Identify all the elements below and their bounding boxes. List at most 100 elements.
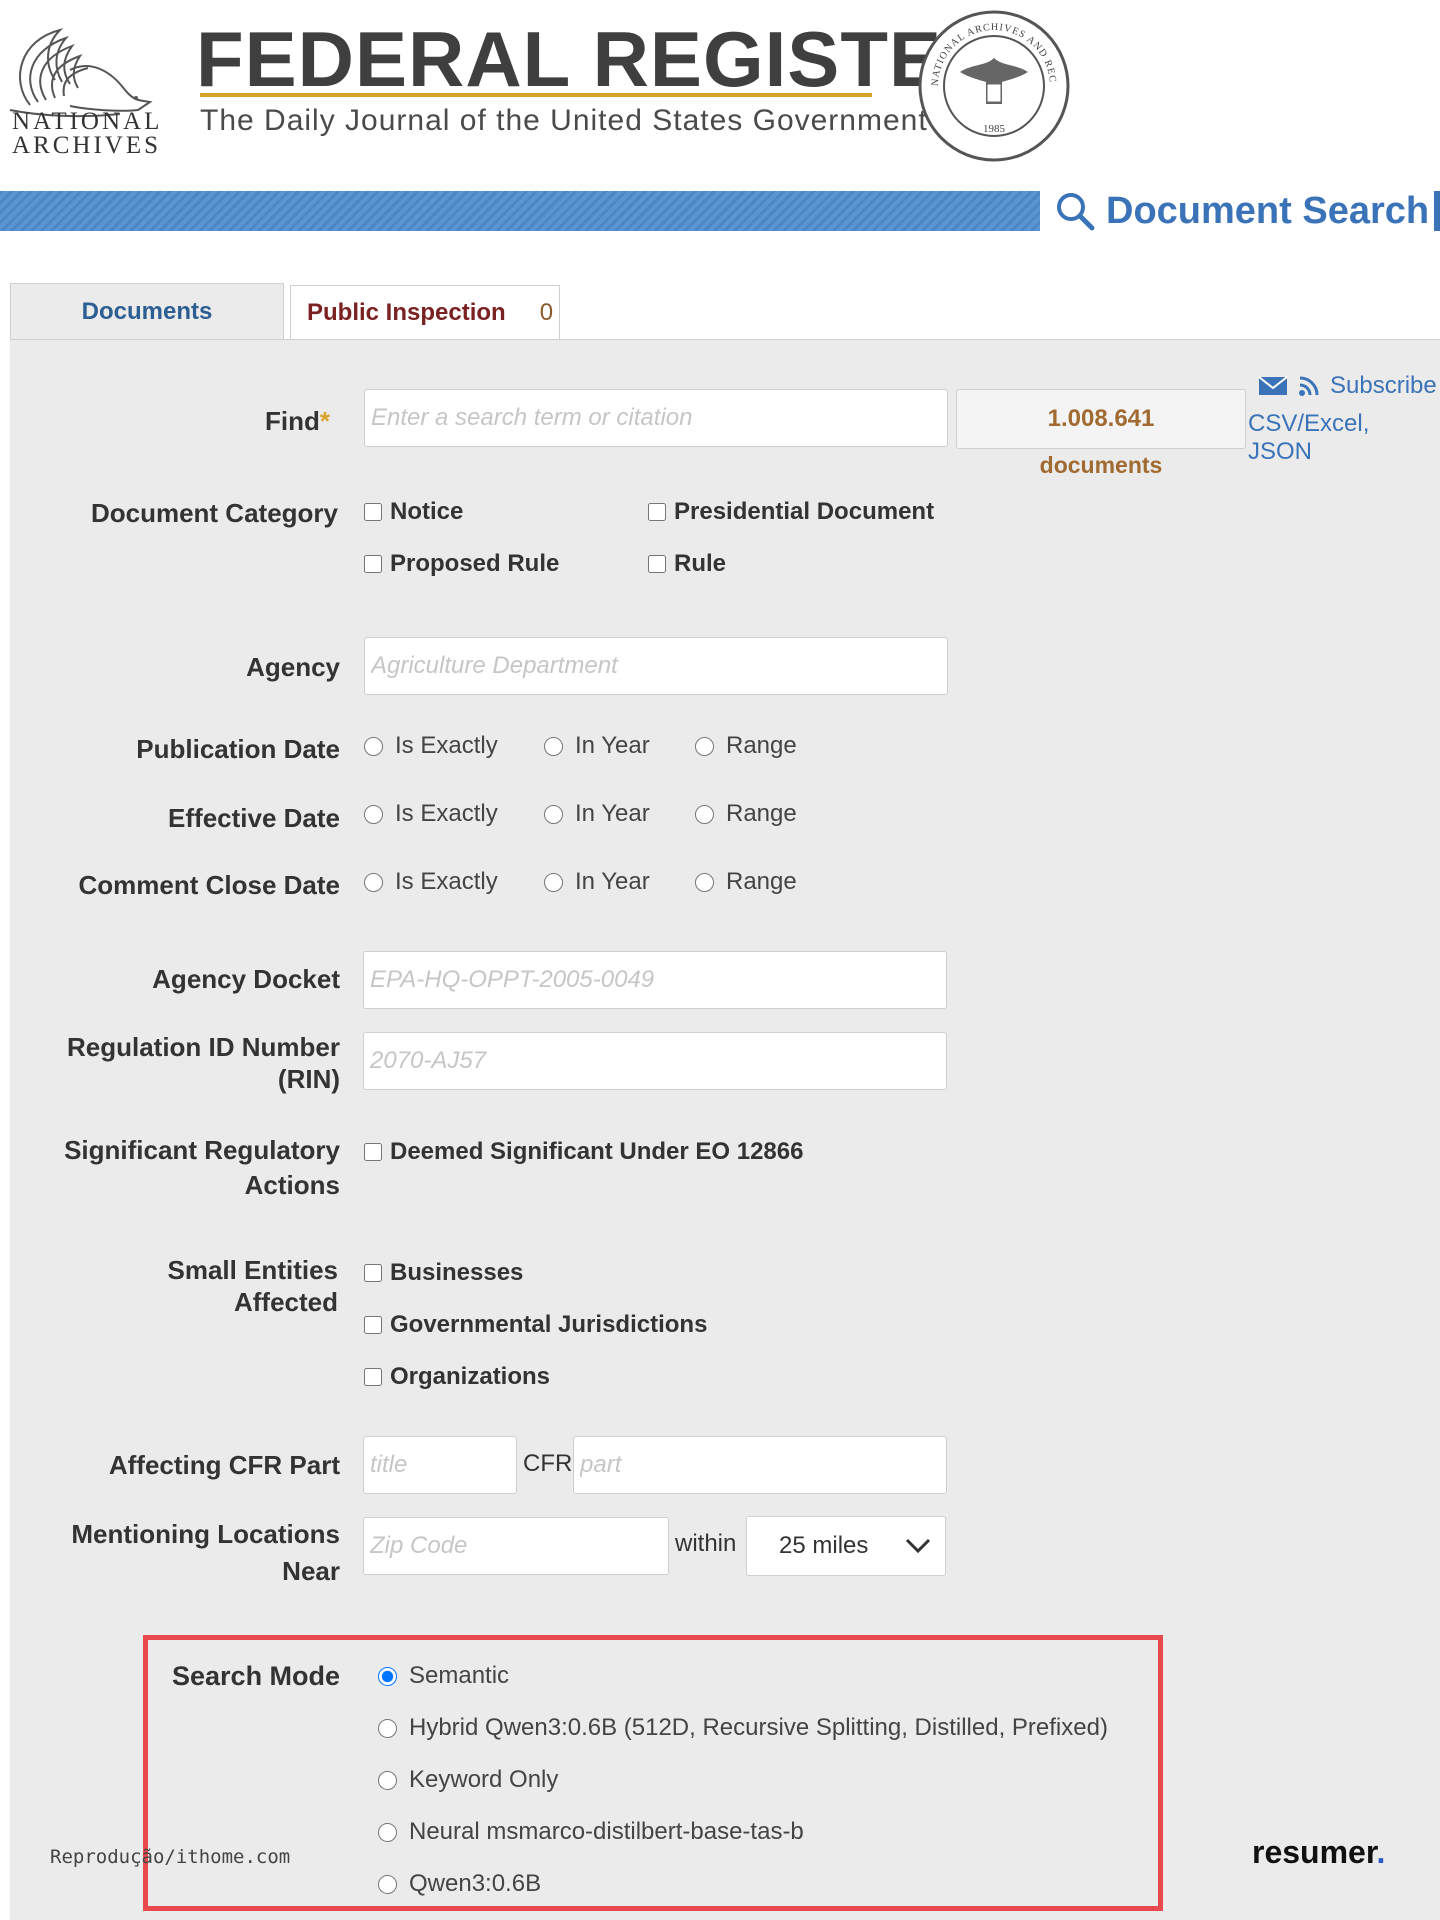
archives-word-1: NATIONAL [12, 108, 163, 135]
search-icon [1057, 193, 1095, 231]
checkbox-notice[interactable]: Notice [364, 498, 463, 526]
presidential-document-checkbox[interactable] [648, 503, 666, 521]
effective-date-is-exactly[interactable]: Is Exactly [364, 800, 498, 828]
title-underline [200, 93, 872, 97]
search-mode-qwen-radio[interactable] [378, 1874, 397, 1894]
notice-label: Notice [390, 498, 464, 525]
publication-date-in-year-radio[interactable] [544, 736, 563, 756]
search-mode-hybrid-radio[interactable] [378, 1718, 397, 1738]
option-label: Range [726, 732, 797, 759]
businesses-label: Businesses [390, 1259, 524, 1286]
search-mode-label: Search Mode [172, 1661, 341, 1691]
within-text: within [675, 1530, 737, 1557]
checkbox-proposed-rule[interactable]: Proposed Rule [364, 550, 559, 578]
checkbox-organizations[interactable]: Organizations [364, 1363, 550, 1391]
subscribe-link[interactable]: Subscribe [1258, 372, 1437, 400]
chevron-down-icon [905, 1538, 931, 1554]
small-entities-label: Small Entities Affected [8, 1254, 339, 1318]
brand-watermark: resumer. [1252, 1834, 1385, 1871]
rin-label-line-1: Regulation ID Number [66, 1032, 340, 1062]
document-search-label: Document Search [1106, 189, 1430, 232]
search-mode-neural-radio[interactable] [378, 1822, 397, 1842]
rss-icon [1299, 376, 1319, 396]
publication-date-is-exactly-radio[interactable] [364, 736, 383, 756]
checkbox-businesses[interactable]: Businesses [364, 1259, 523, 1287]
comment-close-date-in-year-radio[interactable] [544, 872, 563, 892]
agency-input[interactable] [364, 637, 948, 695]
option-label: Qwen3:0.6B [409, 1870, 542, 1897]
search-input[interactable] [364, 389, 948, 447]
distance-select-value: 25 miles [779, 1532, 869, 1559]
rin-label: Regulation ID Number (RIN) [10, 1031, 340, 1095]
site-subtitle: The Daily Journal of the United States G… [200, 104, 928, 137]
rin-label-line-2: (RIN) [277, 1064, 340, 1094]
rin-input[interactable] [363, 1032, 947, 1090]
document-category-label: Document Category [90, 498, 338, 528]
comment-close-date-label: Comment Close Date [78, 870, 341, 900]
nara-seal-logo: NATIONAL ARCHIVES AND RECORDS ADMINISTRA… [916, 8, 1070, 162]
publication-date-range-radio[interactable] [695, 736, 714, 756]
organizations-label: Organizations [390, 1363, 551, 1390]
rule-checkbox[interactable] [648, 555, 666, 573]
site-title[interactable]: FEDERAL REGISTER [196, 14, 999, 104]
checkbox-rule[interactable]: Rule [648, 550, 726, 578]
proposed-rule-label: Proposed Rule [390, 550, 560, 577]
deemed-significant-label: Deemed Significant Under EO 12866 [390, 1138, 804, 1165]
checkbox-presidential-document[interactable]: Presidential Document [648, 498, 934, 526]
comment-close-date-range-radio[interactable] [695, 872, 714, 892]
result-count: 1.008.641 [1047, 405, 1155, 432]
proposed-rule-checkbox[interactable] [364, 555, 382, 573]
effective-date-in-year-radio[interactable] [544, 804, 563, 824]
distance-select[interactable]: 25 miles [746, 1516, 946, 1576]
option-label: In Year [575, 732, 650, 759]
search-mode-qwen[interactable]: Qwen3:0.6B [378, 1870, 541, 1898]
tab-documents[interactable]: Documents [10, 283, 284, 339]
rule-label: Rule [674, 550, 727, 577]
notice-checkbox[interactable] [364, 503, 382, 521]
header-stripe [0, 191, 1040, 231]
search-mode-semantic[interactable]: Semantic [378, 1662, 509, 1690]
option-label: Is Exactly [395, 868, 498, 895]
tab-public-inspection[interactable]: Public Inspection 0 [290, 285, 560, 339]
search-mode-keyword-only[interactable]: Keyword Only [378, 1766, 558, 1794]
zip-code-input[interactable] [363, 1517, 669, 1575]
deemed-significant-checkbox[interactable] [364, 1143, 382, 1161]
search-mode-neural[interactable]: Neural msmarco-distilbert-base-tas-b [378, 1818, 804, 1846]
export-link[interactable]: CSV/Excel, JSON [1248, 410, 1440, 466]
option-label: Range [726, 800, 797, 827]
checkbox-deemed-significant[interactable]: Deemed Significant Under EO 12866 [364, 1138, 803, 1166]
publication-date-range[interactable]: Range [695, 732, 797, 760]
comment-close-date-is-exactly-radio[interactable] [364, 872, 383, 892]
subscribe-label: Subscribe [1330, 372, 1437, 399]
effective-date-in-year[interactable]: In Year [544, 800, 650, 828]
brand-text: resumer [1252, 1834, 1377, 1870]
tab-public-inspection-label: Public Inspection [307, 298, 506, 326]
organizations-checkbox[interactable] [364, 1368, 382, 1386]
document-search-link[interactable]: Document Search [1054, 186, 1429, 236]
effective-date-label: Effective Date [168, 803, 340, 833]
publication-date-in-year[interactable]: In Year [544, 732, 650, 760]
effective-date-range[interactable]: Range [695, 800, 797, 828]
option-label: In Year [575, 868, 650, 895]
checkbox-governmental-jurisdictions[interactable]: Governmental Jurisdictions [364, 1311, 707, 1339]
search-mode-hybrid[interactable]: Hybrid Qwen3:0.6B (512D, Recursive Split… [378, 1714, 1108, 1742]
public-inspection-count: 0 [539, 298, 554, 326]
search-mode-semantic-radio[interactable] [378, 1666, 397, 1686]
publication-date-is-exactly[interactable]: Is Exactly [364, 732, 498, 760]
option-label: Neural msmarco-distilbert-base-tas-b [409, 1818, 804, 1845]
governmental-jurisdictions-checkbox[interactable] [364, 1316, 382, 1334]
comment-close-date-range[interactable]: Range [695, 868, 797, 896]
cfr-title-input[interactable] [363, 1436, 517, 1494]
cfr-part-input[interactable] [573, 1436, 947, 1494]
comment-close-date-in-year[interactable]: In Year [544, 868, 650, 896]
agency-docket-input[interactable] [363, 951, 947, 1009]
significant-actions-label: Significant Regulatory Actions [10, 1134, 340, 1201]
effective-date-is-exactly-radio[interactable] [364, 804, 383, 824]
search-mode-keyword-only-radio[interactable] [378, 1770, 397, 1790]
option-label: Is Exactly [395, 800, 498, 827]
businesses-checkbox[interactable] [364, 1264, 382, 1282]
comment-close-date-is-exactly[interactable]: Is Exactly [364, 868, 498, 896]
significant-label-line-2: Actions [244, 1170, 340, 1200]
result-count-label: documents [1039, 452, 1163, 478]
effective-date-range-radio[interactable] [695, 804, 714, 824]
